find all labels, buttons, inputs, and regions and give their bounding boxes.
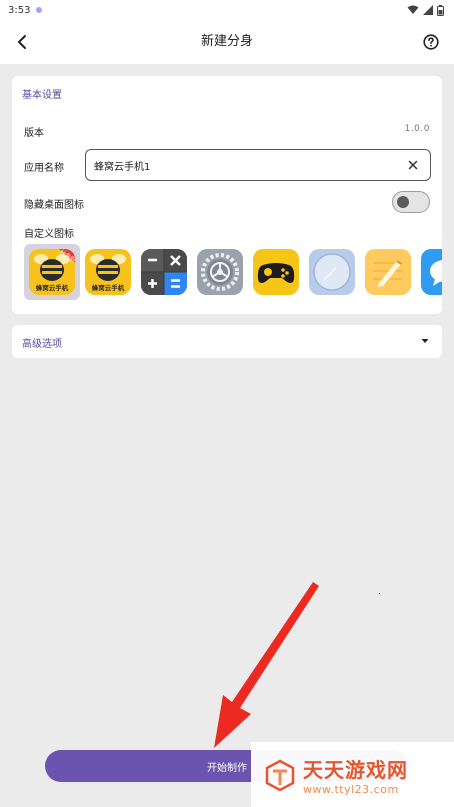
hide-desktop-icon-toggle[interactable] (392, 191, 430, 213)
watermark-logo-icon (265, 759, 295, 791)
icon-option-message[interactable] (416, 244, 442, 300)
version-label: 版本 (24, 128, 44, 139)
compass-browser-icon (309, 249, 355, 295)
settings-gear-icon (197, 249, 243, 295)
page-title: 新建分身 (200, 34, 253, 49)
calculator-icon (141, 249, 187, 295)
watermark-title: 天天游戏网 (303, 757, 408, 782)
chevron-left-icon (18, 35, 26, 49)
status-bar: 3:53 (0, 0, 454, 20)
icon-caption: 蜂窝云手机 (35, 284, 69, 292)
version-value: 1.0.0 (404, 124, 430, 134)
top-app-bar: 新建分身 (0, 20, 454, 64)
icon-option-game[interactable] (248, 244, 304, 300)
help-circle-icon (423, 34, 439, 50)
message-bubble-icon (421, 249, 442, 295)
dust-speck (379, 593, 380, 594)
gamepad-icon (253, 249, 299, 295)
basic-settings-card: 基本设置 版本 1.0.0 应用名称 隐藏桌面图标 自定义图标 分身 (12, 76, 442, 314)
battery-icon (437, 4, 444, 16)
notes-pencil-icon (365, 249, 411, 295)
wifi-icon (407, 5, 419, 14)
icon-option-browser[interactable] (304, 244, 360, 300)
icon-caption: 蜂窝云手机 (91, 284, 125, 292)
notification-icon (36, 7, 43, 13)
hide-desktop-icon-label: 隐藏桌面图标 (24, 200, 84, 211)
advanced-options-label: 高级选项 (22, 339, 62, 350)
status-time: 3:53 (8, 4, 31, 16)
app-name-field[interactable] (85, 149, 431, 181)
fengwo-cloud-phone-clone-icon: 分身版 蜂窝云手机 (29, 249, 75, 295)
help-button[interactable] (418, 29, 444, 55)
advanced-options-dropdown[interactable]: 高级选项 (12, 325, 442, 358)
toggle-knob (397, 196, 409, 208)
back-button[interactable] (8, 28, 36, 56)
watermark: 天天游戏网 www.ttyl23.com (251, 742, 454, 807)
signal-icon (423, 5, 433, 15)
dropdown-arrow-icon (421, 339, 429, 343)
start-create-label: 开始制作 (207, 762, 247, 774)
clear-text-button[interactable] (404, 156, 422, 174)
icon-picker: 分身版 蜂窝云手机 蜂窝云手机 (22, 244, 442, 302)
status-icons (407, 4, 444, 16)
close-icon (408, 160, 418, 170)
icon-option-fengwo-clone[interactable]: 分身版 蜂窝云手机 (24, 244, 80, 300)
section-title-basic: 基本设置 (22, 90, 62, 101)
icon-option-calculator[interactable] (136, 244, 192, 300)
app-name-input[interactable] (94, 159, 404, 171)
icon-option-notes[interactable] (360, 244, 416, 300)
app-name-label: 应用名称 (24, 163, 64, 174)
watermark-url: www.ttyl23.com (303, 782, 399, 796)
icon-option-settings[interactable] (192, 244, 248, 300)
custom-icon-label: 自定义图标 (24, 229, 74, 240)
fengwo-cloud-phone-icon: 蜂窝云手机 (85, 249, 131, 295)
icon-option-fengwo[interactable]: 蜂窝云手机 (80, 244, 136, 300)
